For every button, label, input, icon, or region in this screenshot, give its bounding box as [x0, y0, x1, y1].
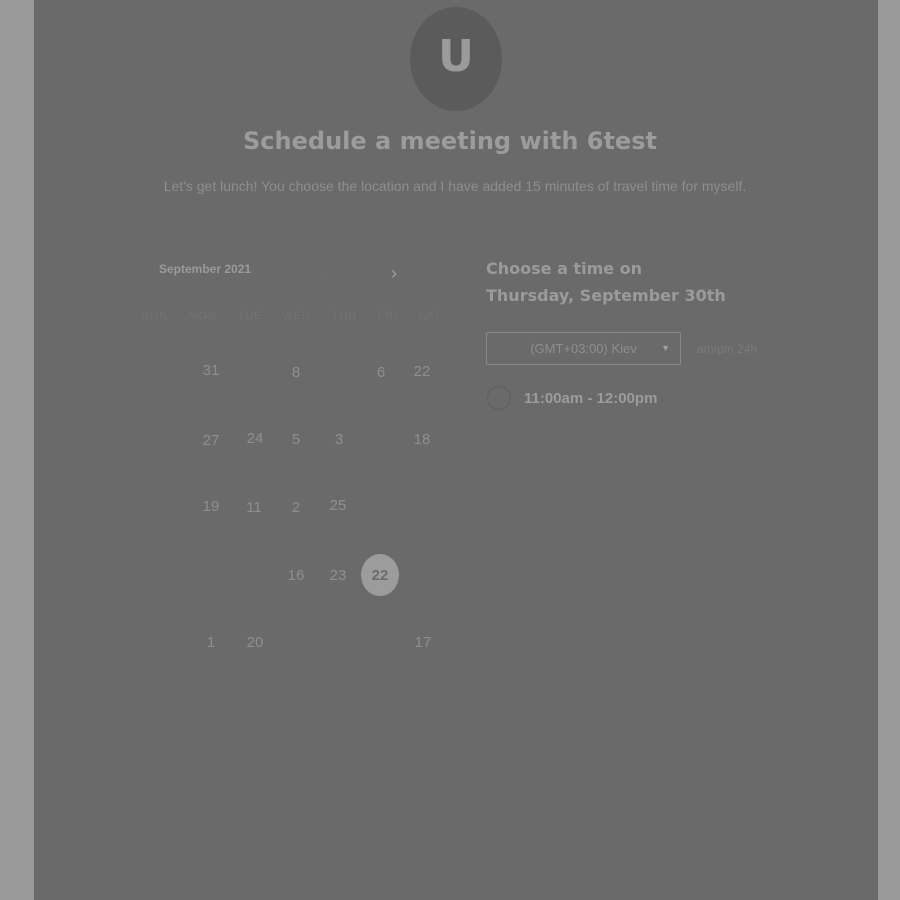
time-slot-label: 11:00am - 12:00pm: [524, 389, 658, 407]
calendar-day[interactable]: 3: [321, 421, 357, 457]
weekday-label: TUE: [237, 310, 263, 322]
calendar-day[interactable]: 1: [193, 624, 229, 660]
calendar-day[interactable]: 5: [278, 421, 314, 457]
chevron-left-icon[interactable]: ‹: [323, 265, 328, 283]
format-ampm[interactable]: am/pm: [697, 342, 734, 356]
calendar-day-selected[interactable]: 22: [361, 554, 399, 596]
avatar-letter: U: [438, 30, 474, 82]
calendar-day[interactable]: 23: [320, 557, 356, 593]
calendar-day[interactable]: 11: [236, 489, 272, 525]
time-format-toggle[interactable]: am/pm 24h: [697, 342, 757, 356]
calendar-day[interactable]: 31: [193, 352, 229, 388]
weekday-label: SAT: [418, 310, 442, 322]
calendar-day[interactable]: 8: [278, 354, 314, 390]
time-heading: Choose a time on Thursday, September 30t…: [486, 259, 726, 305]
format-24h[interactable]: 24h: [737, 342, 757, 356]
weekday-label: SUN: [142, 310, 169, 322]
timezone-select[interactable]: (GMT+03:00) Kiev ▼: [486, 332, 681, 365]
calendar-day[interactable]: 18: [404, 421, 440, 457]
caret-down-icon: ▼: [661, 343, 670, 353]
calendar-day[interactable]: 19: [193, 488, 229, 524]
calendar-month-label: September 2021: [159, 262, 252, 276]
calendar-day[interactable]: 17: [405, 624, 441, 660]
timezone-value: (GMT+03:00) Kiev: [530, 341, 637, 356]
weekday-label: WED: [282, 310, 312, 322]
weekday-label: FRI: [377, 310, 399, 322]
weekday-label: MON: [188, 310, 218, 322]
page-subtitle: Let's get lunch! You choose the location…: [163, 178, 747, 194]
weekday-label: THU: [331, 310, 358, 322]
calendar-day[interactable]: 6: [363, 354, 399, 390]
avatar: U: [410, 7, 502, 111]
calendar-day[interactable]: 27: [193, 422, 229, 458]
page-title: Schedule a meeting with 6test: [243, 127, 657, 155]
calendar-day[interactable]: 25: [320, 487, 356, 523]
calendar-day[interactable]: 22: [404, 353, 440, 389]
calendar-day[interactable]: 20: [237, 624, 273, 660]
chevron-right-icon[interactable]: ›: [391, 263, 397, 284]
radio-icon[interactable]: [487, 386, 511, 410]
calendar-day[interactable]: 24: [237, 420, 273, 456]
calendar-day[interactable]: 16: [278, 557, 314, 593]
time-slot[interactable]: 11:00am - 12:00pm: [487, 386, 657, 410]
calendar-day[interactable]: 2: [278, 489, 314, 525]
calendar-weekday-header: SUN MON TUE WED THU FRI SAT: [142, 310, 442, 322]
